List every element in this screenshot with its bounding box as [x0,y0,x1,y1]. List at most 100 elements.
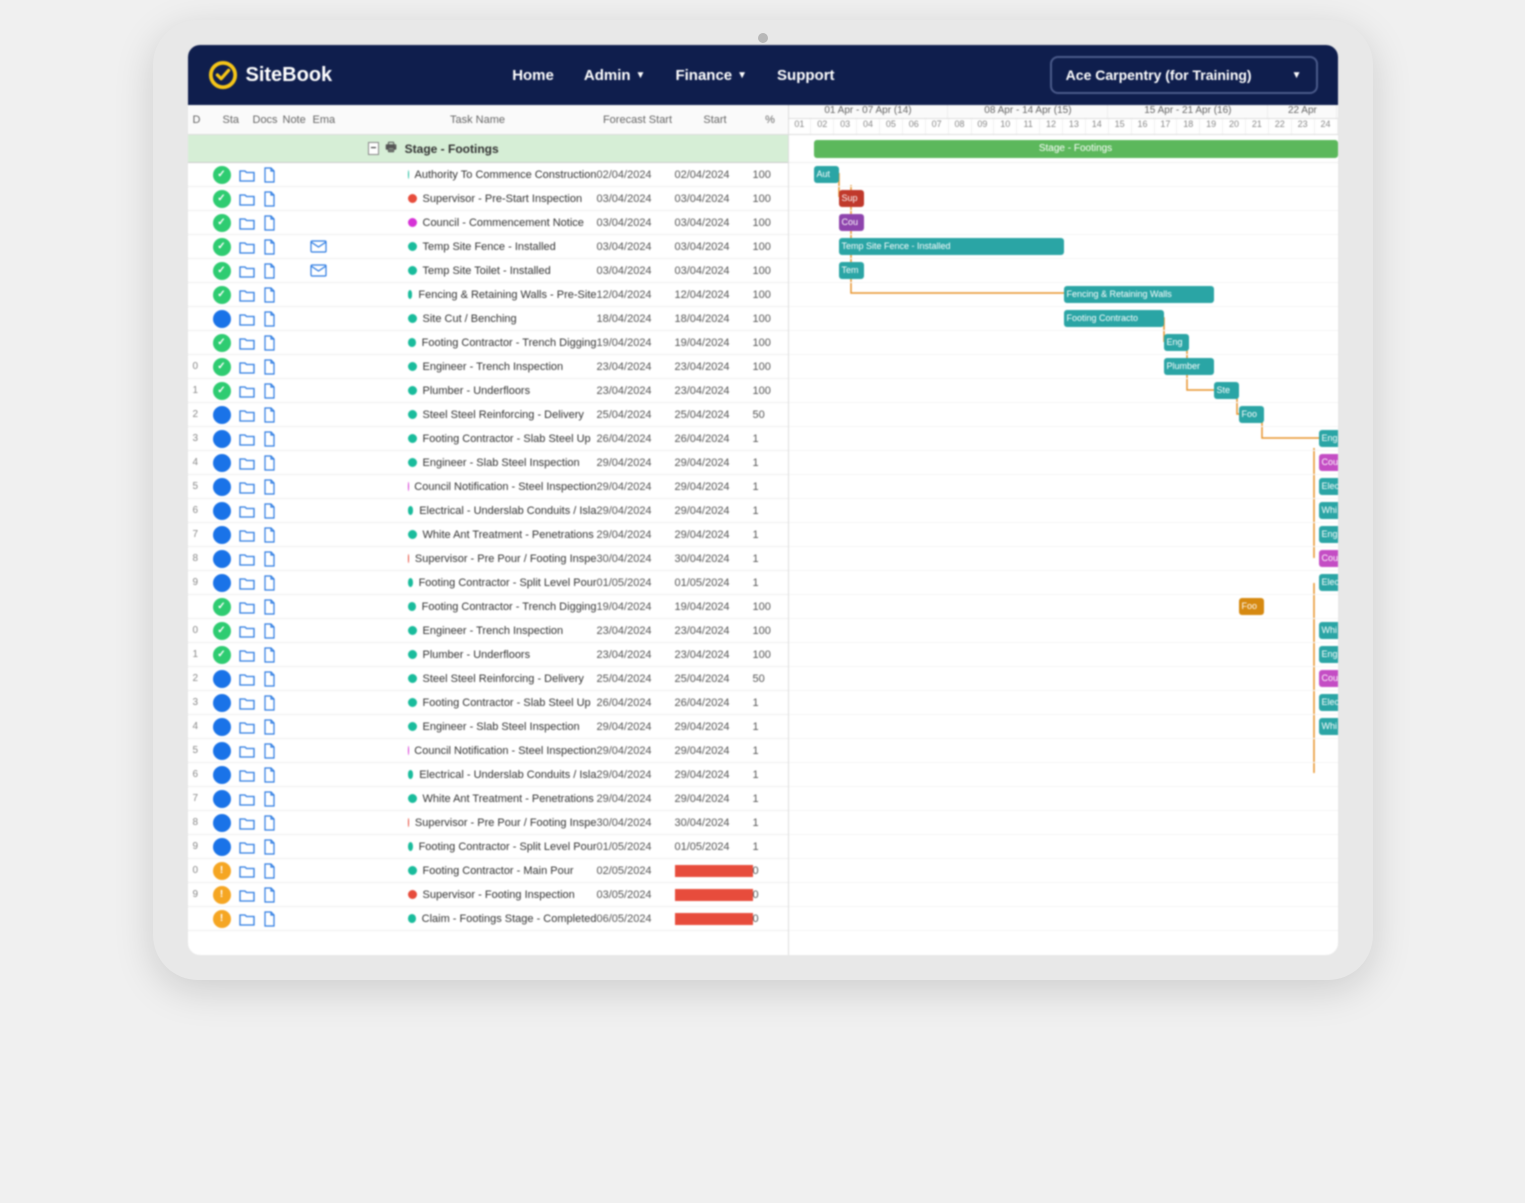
folder-icon[interactable] [239,864,255,878]
folder-icon[interactable] [239,264,255,278]
status-badge[interactable] [213,742,231,760]
status-badge[interactable] [213,814,231,832]
folder-icon[interactable] [239,216,255,230]
folder-icon[interactable] [239,456,255,470]
document-icon[interactable] [263,839,276,855]
gantt-bar[interactable]: Cou [1319,670,1338,687]
gantt-bar[interactable]: Footing Contracto [1064,310,1164,327]
document-icon[interactable] [263,887,276,903]
task-row[interactable]: ✓ Council - Commencement Notice 03/04/20… [188,211,788,235]
task-row[interactable]: ✓ Supervisor - Pre-Start Inspection 03/0… [188,187,788,211]
document-icon[interactable] [263,167,276,183]
task-row[interactable]: 0 ✓ Engineer - Trench Inspection 23/04/2… [188,355,788,379]
task-row[interactable]: ✓ Temp Site Toilet - Installed 03/04/202… [188,259,788,283]
task-row[interactable]: 9 Footing Contractor - Split Level Pour … [188,571,788,595]
task-row[interactable]: 0 ✓ Engineer - Trench Inspection 23/04/2… [188,619,788,643]
collapse-icon[interactable]: − [368,142,380,155]
email-icon[interactable] [310,240,328,253]
status-badge[interactable]: ✓ [213,214,231,232]
task-row[interactable]: ! Claim - Footings Stage - Completed 06/… [188,907,788,931]
document-icon[interactable] [263,719,276,735]
task-row[interactable]: 7 White Ant Treatment - Penetrations 29/… [188,523,788,547]
status-badge[interactable] [213,550,231,568]
email-icon[interactable] [310,264,328,277]
status-badge[interactable]: ! [213,862,231,880]
status-badge[interactable]: ✓ [213,166,231,184]
account-selector[interactable]: Ace Carpentry (for Training) ▼ [1050,56,1318,94]
folder-icon[interactable] [239,288,255,302]
task-row[interactable]: 4 Engineer - Slab Steel Inspection 29/04… [188,451,788,475]
folder-icon[interactable] [239,312,255,326]
task-row[interactable]: ✓ Temp Site Fence - Installed 03/04/2024… [188,235,788,259]
document-icon[interactable] [263,383,276,399]
folder-icon[interactable] [239,720,255,734]
status-badge[interactable] [213,790,231,808]
folder-icon[interactable] [239,480,255,494]
gantt-bar[interactable]: Elec [1319,694,1338,711]
task-row[interactable]: ✓ Footing Contractor - Trench Digging 19… [188,595,788,619]
task-row[interactable]: 4 Engineer - Slab Steel Inspection 29/04… [188,715,788,739]
document-icon[interactable] [263,743,276,759]
status-badge[interactable] [213,766,231,784]
print-icon[interactable]: 🖶 [385,138,396,159]
task-row[interactable]: 5 Council Notification - Steel Inspectio… [188,475,788,499]
folder-icon[interactable] [239,240,255,254]
nav-admin[interactable]: Admin▼ [584,67,646,84]
folder-icon[interactable] [239,336,255,350]
document-icon[interactable] [263,263,276,279]
task-row[interactable]: 3 Footing Contractor - Slab Steel Up 26/… [188,691,788,715]
status-badge[interactable] [213,454,231,472]
status-badge[interactable] [213,838,231,856]
gantt-bar[interactable]: Foo [1239,406,1264,423]
task-row[interactable]: 5 Council Notification - Steel Inspectio… [188,739,788,763]
status-badge[interactable]: ✓ [213,286,231,304]
status-badge[interactable] [213,670,231,688]
status-badge[interactable]: ✓ [213,190,231,208]
folder-icon[interactable] [239,768,255,782]
status-badge[interactable]: ✓ [213,334,231,352]
folder-icon[interactable] [239,744,255,758]
document-icon[interactable] [263,215,276,231]
folder-icon[interactable] [239,672,255,686]
task-row[interactable]: 8 Supervisor - Pre Pour / Footing Inspe … [188,547,788,571]
nav-finance[interactable]: Finance▼ [675,67,747,84]
task-row[interactable]: 8 Supervisor - Pre Pour / Footing Inspe … [188,811,788,835]
gantt-bar[interactable]: Cou [1319,550,1338,567]
status-badge[interactable]: ! [213,886,231,904]
document-icon[interactable] [263,599,276,615]
document-icon[interactable] [263,455,276,471]
task-row[interactable]: 1 ✓ Plumber - Underfloors 23/04/2024 23/… [188,643,788,667]
document-icon[interactable] [263,623,276,639]
document-icon[interactable] [263,647,276,663]
folder-icon[interactable] [239,840,255,854]
nav-home[interactable]: Home [512,67,554,84]
gantt-bar[interactable]: Whi [1319,502,1338,519]
gantt-bar[interactable]: Eng [1319,526,1338,543]
gantt-bar[interactable]: Eng [1319,430,1338,447]
document-icon[interactable] [263,695,276,711]
status-badge[interactable]: ✓ [213,598,231,616]
folder-icon[interactable] [239,384,255,398]
task-row[interactable]: 0 ! Footing Contractor - Main Pour 02/05… [188,859,788,883]
document-icon[interactable] [263,359,276,375]
status-badge[interactable]: ✓ [213,622,231,640]
folder-icon[interactable] [239,528,255,542]
document-icon[interactable] [263,791,276,807]
document-icon[interactable] [263,479,276,495]
document-icon[interactable] [263,527,276,543]
folder-icon[interactable] [239,552,255,566]
gantt-bar[interactable]: Aut [814,166,839,183]
folder-icon[interactable] [239,432,255,446]
status-badge[interactable] [213,526,231,544]
document-icon[interactable] [263,863,276,879]
document-icon[interactable] [263,239,276,255]
status-badge[interactable]: ✓ [213,646,231,664]
nav-support[interactable]: Support [777,67,835,84]
document-icon[interactable] [263,191,276,207]
status-badge[interactable] [213,478,231,496]
task-row[interactable]: 7 White Ant Treatment - Penetrations 29/… [188,787,788,811]
stage-header[interactable]: − 🖶 Stage - Footings [188,135,788,163]
folder-icon[interactable] [239,696,255,710]
task-row[interactable]: 6 Electrical - Underslab Conduits / Isla… [188,763,788,787]
folder-icon[interactable] [239,192,255,206]
